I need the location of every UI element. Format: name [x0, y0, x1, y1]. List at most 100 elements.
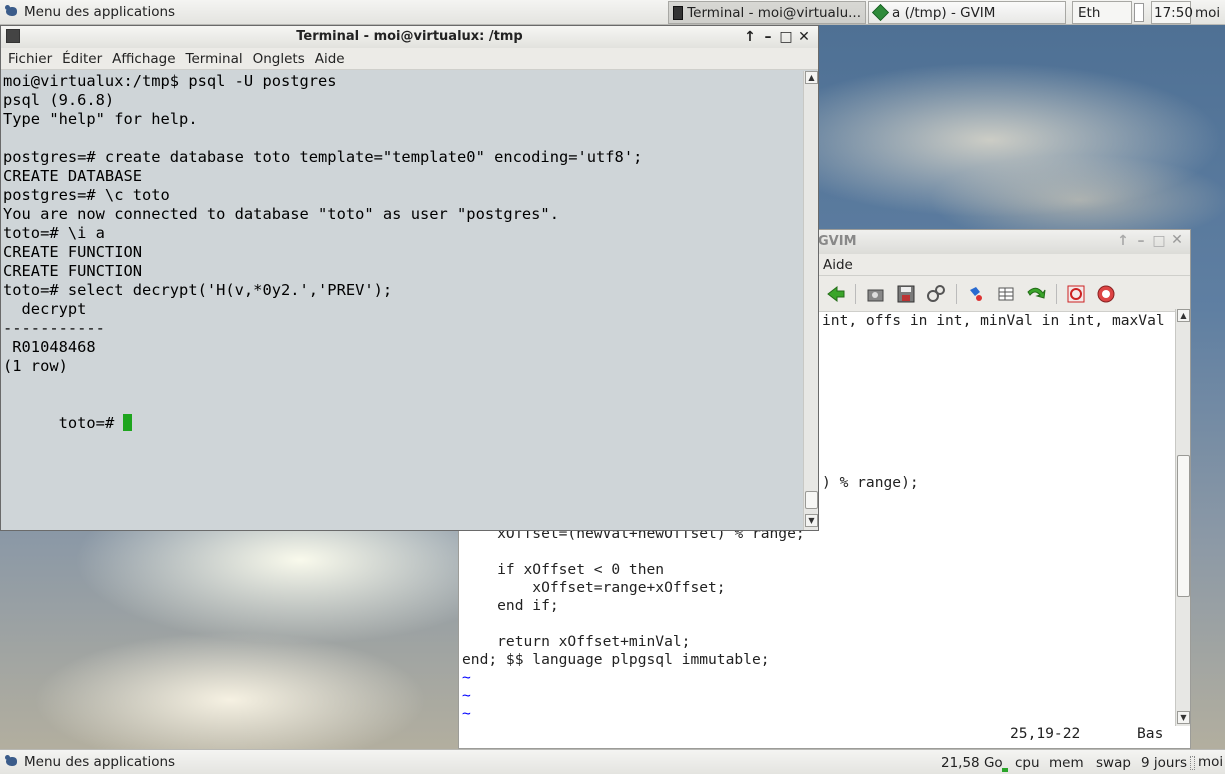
terminal-above-icon[interactable]: ↑: [741, 26, 759, 48]
applications-menu-button[interactable]: Menu des applications: [0, 0, 175, 24]
terminal-line: You are now connected to database "toto"…: [3, 205, 559, 223]
task-terminal-label: Terminal - moi@virtualu...: [687, 4, 861, 21]
terminal-menu-terminal[interactable]: Terminal: [186, 51, 243, 67]
terminal-screen[interactable]: moi@virtualux:/tmp$ psql -U postgres psq…: [1, 71, 802, 530]
swap-label[interactable]: swap: [1096, 751, 1131, 774]
gvim-code-line: end if;: [462, 597, 559, 614]
terminal-scrollbar[interactable]: ▲ ▼: [803, 71, 818, 530]
gvim-empty-line-tilde: ~: [462, 705, 471, 722]
task-terminal[interactable]: Terminal - moi@virtualu...: [668, 1, 866, 24]
panel-handle-icon: [1190, 756, 1195, 770]
gvim-code-line: xOffset=range+xOffset;: [462, 579, 726, 596]
terminal-line: CREATE FUNCTION: [3, 262, 142, 280]
terminal-line: toto=# select decrypt('H(v,*0y2.','PREV'…: [3, 281, 393, 299]
clock-time: 17:50: [1154, 4, 1193, 21]
bottom-applications-menu-label: Menu des applications: [24, 754, 176, 770]
save-session-icon[interactable]: [896, 284, 916, 304]
vim-icon: [872, 4, 889, 21]
terminal-menu-aide[interactable]: Aide: [315, 51, 345, 67]
terminal-menu-onglets[interactable]: Onglets: [253, 51, 305, 67]
terminal-app-icon: [6, 29, 20, 43]
gvim-code-line: if xOffset < 0 then: [462, 561, 665, 578]
gvim-scroll-thumb[interactable]: [1177, 455, 1190, 597]
gvim-close-icon[interactable]: ✕: [1168, 232, 1186, 248]
user-menu[interactable]: moi: [1195, 1, 1220, 24]
task-gvim-label: a (/tmp) - GVIM: [892, 4, 996, 21]
terminal-menu-fichier[interactable]: Fichier: [8, 51, 52, 67]
gvim-scrollbar[interactable]: ▲ ▼: [1175, 309, 1190, 726]
terminal-cursor: [123, 414, 133, 431]
terminal-scroll-thumb[interactable]: [805, 491, 818, 509]
terminal-menubar: Fichier Éditer Affichage Terminal Onglet…: [1, 48, 818, 70]
terminal-line: CREATE FUNCTION: [3, 243, 142, 261]
network-indicator[interactable]: Eth: [1072, 1, 1132, 24]
xfce-mouse-icon: [4, 4, 20, 20]
terminal-line: postgres=# create database toto template…: [3, 148, 643, 166]
gvim-scroll-up-button[interactable]: ▲: [1177, 309, 1190, 322]
notification-icon: [1134, 3, 1144, 22]
terminal-title: Terminal - moi@virtualux: /tmp: [296, 29, 523, 44]
terminal-line: decrypt: [3, 300, 87, 318]
back-arrow-icon[interactable]: [826, 284, 846, 304]
gvim-minimize-icon[interactable]: –: [1132, 233, 1150, 249]
terminal-titlebar[interactable]: Terminal - moi@virtualux: /tmp ↑ – □ ✕: [1, 26, 818, 48]
terminal-scroll-up-button[interactable]: ▲: [805, 71, 818, 84]
mem-label[interactable]: mem: [1049, 751, 1084, 774]
terminal-line: (1 row): [3, 357, 68, 375]
notification-area[interactable]: [1134, 1, 1149, 24]
uptime: 9 jours: [1141, 754, 1188, 771]
terminal-minimize-icon[interactable]: –: [759, 26, 777, 48]
terminal-maximize-icon[interactable]: □: [777, 26, 795, 48]
bottom-applications-menu-button[interactable]: Menu des applications: [0, 750, 175, 774]
help-icon[interactable]: [1066, 284, 1086, 304]
gvim-menu-aide[interactable]: Aide: [823, 257, 853, 273]
terminal-menu-editer[interactable]: Éditer: [62, 51, 102, 67]
gvim-ruler-position: 25,19-22: [1010, 725, 1081, 742]
run-script-icon[interactable]: [926, 284, 946, 304]
gvim-code-line: ) % range);: [822, 474, 919, 491]
terminal-line: -----------: [3, 319, 105, 337]
task-list: Terminal - moi@virtualu... a (/tmp) - GV…: [668, 1, 1066, 24]
top-panel: Menu des applications Terminal - moi@vir…: [0, 0, 1225, 25]
gvim-code-line: end; $$ language plpgsql immutable;: [462, 651, 770, 668]
gvim-scroll-down-button[interactable]: ▼: [1177, 711, 1190, 724]
load-session-icon[interactable]: [866, 284, 886, 304]
terminal-line: moi@virtualux:/tmp$ psql -U postgres: [3, 72, 337, 90]
cpu-monitor[interactable]: cpu: [1002, 751, 1040, 774]
find-help-icon[interactable]: [1096, 284, 1116, 304]
gvim-empty-line-tilde: ~: [462, 669, 471, 686]
xfce-mouse-icon: [4, 754, 20, 770]
terminal-icon: [673, 5, 684, 20]
terminal-close-icon[interactable]: ✕: [795, 26, 813, 48]
gvim-code-line: return xOffset+minVal;: [462, 633, 691, 650]
gvim-code-line: int, offs in int, minVal in int, maxVal: [822, 312, 1165, 329]
terminal-window[interactable]: Terminal - moi@virtualux: /tmp ↑ – □ ✕ F…: [0, 25, 819, 531]
terminal-line: postgres=# \c toto: [3, 186, 170, 204]
bottom-user-name: moi: [1198, 754, 1224, 770]
terminal-scroll-down-button[interactable]: ▼: [805, 514, 818, 527]
terminal-prompt: toto=#: [58, 414, 124, 432]
user-name: moi: [1195, 4, 1221, 21]
jump-tag-icon[interactable]: [1026, 284, 1046, 304]
clock[interactable]: 17:50: [1151, 1, 1193, 24]
gvim-empty-line-tilde: ~: [462, 687, 471, 704]
terminal-line: CREATE DATABASE: [3, 167, 142, 185]
cpu-bar: [1002, 767, 1008, 772]
terminal-line: Type "help" for help.: [3, 110, 198, 128]
gvim-maximize-icon[interactable]: □: [1150, 233, 1168, 249]
terminal-line: psql (9.6.8): [3, 91, 115, 109]
make-icon[interactable]: [966, 284, 986, 304]
task-gvim[interactable]: a (/tmp) - GVIM: [868, 1, 1066, 24]
gvim-above-icon[interactable]: ↑: [1114, 233, 1132, 249]
gvim-title: GVIM: [818, 234, 857, 249]
terminal-line: toto=# \i a: [3, 224, 105, 242]
disk-free: 21,58 Go: [941, 754, 1003, 771]
bottom-panel: Menu des applications 21,58 Go cpu mem s…: [0, 749, 1225, 774]
terminal-prompt-line: toto=#: [3, 395, 133, 452]
ctags-icon[interactable]: [996, 284, 1016, 304]
network-label: Eth: [1078, 4, 1101, 21]
terminal-line: R01048468: [3, 338, 96, 356]
applications-menu-label: Menu des applications: [24, 4, 176, 20]
gvim-ruler-scroll: Bas: [1137, 725, 1164, 742]
terminal-menu-affichage[interactable]: Affichage: [112, 51, 175, 67]
